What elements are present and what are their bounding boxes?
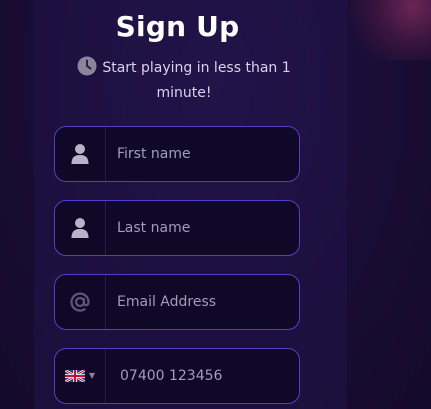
signup-page: Sign Up Start playing in less than 1 min… bbox=[0, 0, 431, 409]
chevron-down-icon: ▼ bbox=[88, 371, 96, 380]
uk-flag-icon bbox=[64, 370, 85, 382]
clock-icon bbox=[77, 56, 97, 76]
first-name-input[interactable] bbox=[117, 127, 292, 181]
user-icon bbox=[71, 144, 89, 164]
last-name-field[interactable] bbox=[54, 200, 300, 256]
email-field[interactable] bbox=[54, 274, 300, 330]
user-icon bbox=[71, 218, 89, 238]
first-name-field[interactable] bbox=[54, 126, 300, 182]
email-input[interactable] bbox=[117, 275, 292, 329]
country-selector[interactable]: ▼ bbox=[55, 349, 106, 403]
email-icon-cell bbox=[55, 275, 106, 329]
page-title: Sign Up bbox=[115, 10, 240, 43]
at-icon bbox=[70, 292, 90, 312]
phone-input[interactable] bbox=[120, 349, 295, 403]
page-subtitle: Start playing in less than 1 minute! bbox=[64, 56, 304, 106]
last-name-input[interactable] bbox=[117, 201, 292, 255]
phone-field[interactable]: ▼ bbox=[54, 348, 300, 404]
first-name-icon-cell bbox=[55, 127, 106, 181]
subtitle-text: Start playing in less than 1 minute! bbox=[102, 60, 291, 101]
last-name-icon-cell bbox=[55, 201, 106, 255]
